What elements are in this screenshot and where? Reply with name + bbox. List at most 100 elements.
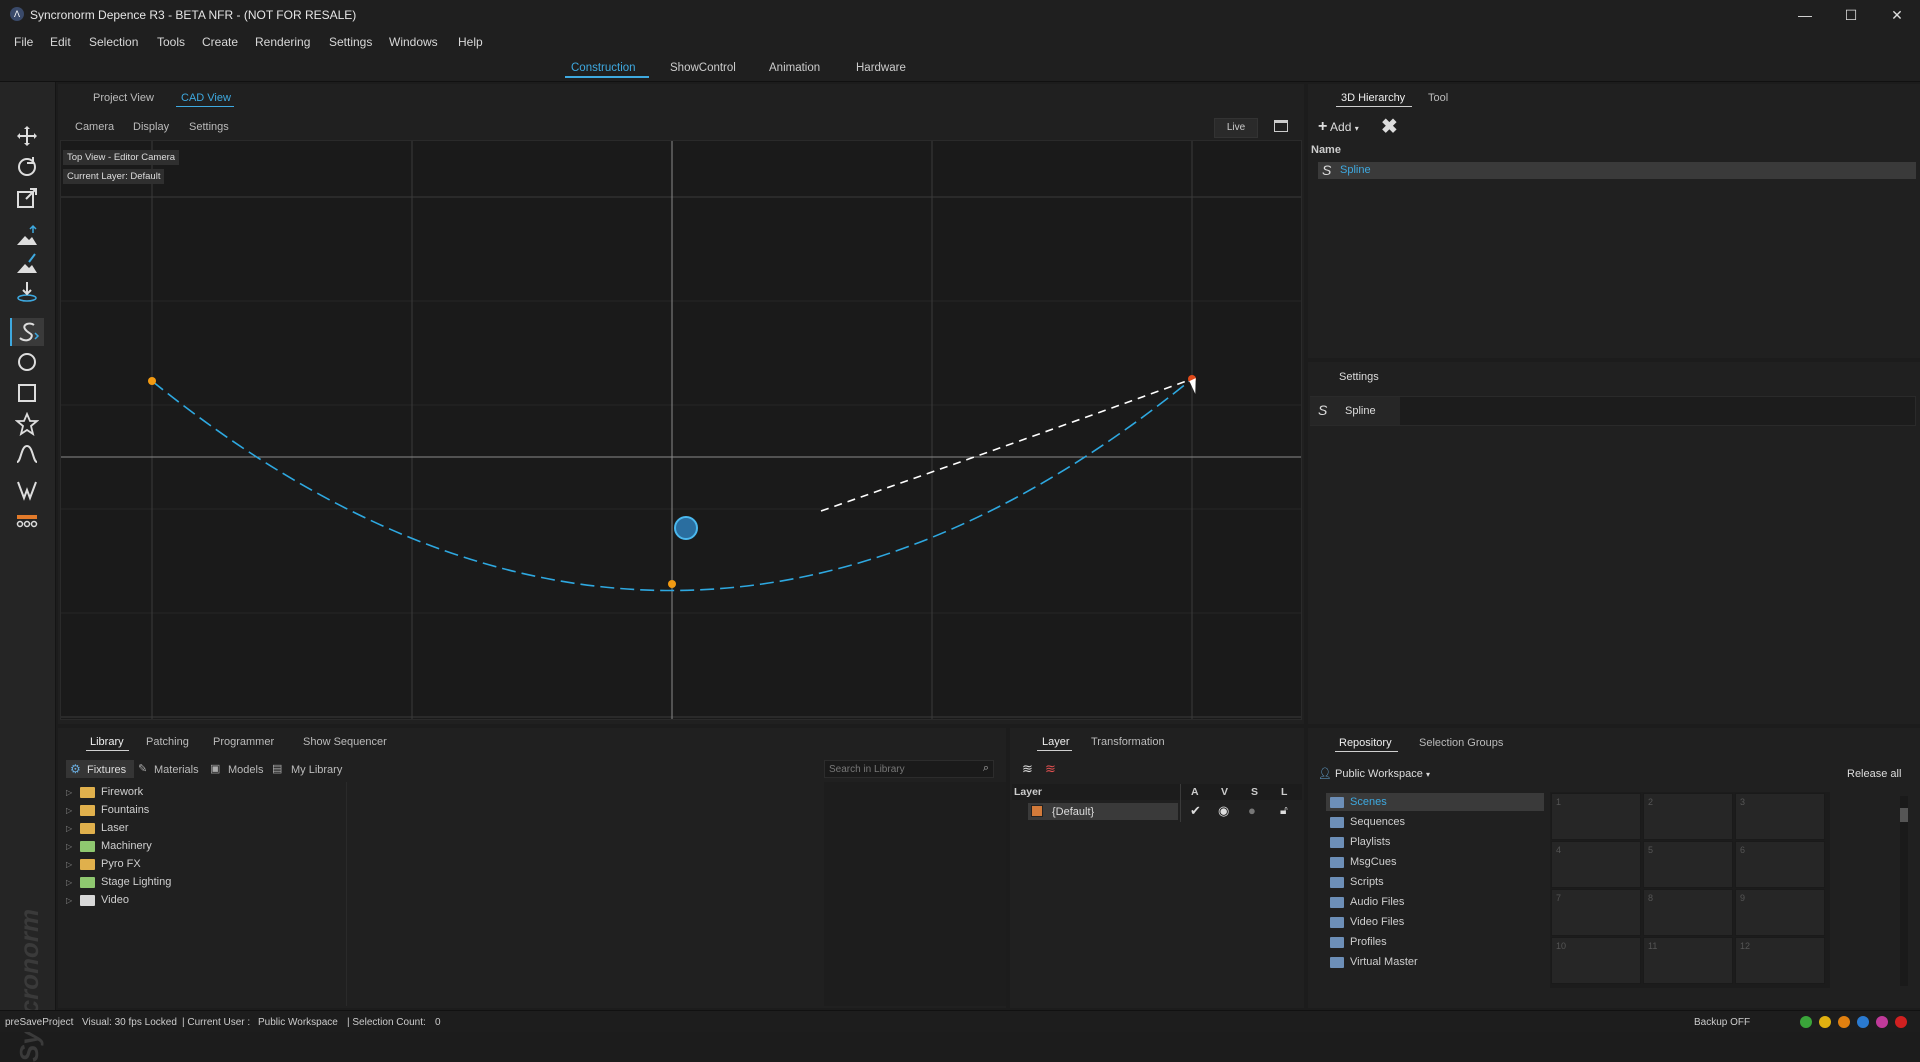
status-indicator-icon[interactable] (1857, 1016, 1869, 1028)
expand-arrow-icon[interactable]: ▷ (66, 842, 74, 851)
repo-item-playlists[interactable]: Playlists (1330, 833, 1390, 851)
scale-tool-icon[interactable] (10, 184, 44, 212)
repo-grid-cell[interactable]: 3 (1735, 793, 1825, 840)
release-all-button[interactable]: Release all (1847, 768, 1901, 780)
view-menu-display[interactable]: Display (133, 121, 169, 133)
layers-remove-icon[interactable]: ≋ (1045, 761, 1056, 777)
close-button[interactable]: ✕ (1874, 0, 1920, 30)
menu-tools[interactable]: Tools (157, 35, 185, 49)
maximize-view-icon[interactable] (1274, 120, 1288, 132)
repo-grid-cell[interactable]: 5 (1643, 841, 1733, 888)
workspace-selector[interactable]: 👤︎ Public Workspace ▾ (1318, 767, 1430, 780)
cad-viewport[interactable]: Top View - Editor Camera Current Layer: … (60, 140, 1302, 720)
repo-grid-cell[interactable]: 2 (1643, 793, 1733, 840)
solo-icon[interactable]: ● (1248, 803, 1256, 818)
library-search-input[interactable]: Search in Library ⌕ (824, 760, 994, 778)
menu-windows[interactable]: Windows (389, 35, 438, 49)
repo-item-audio-files[interactable]: Audio Files (1330, 893, 1404, 911)
subtab-models[interactable]: Models (228, 764, 263, 776)
hierarchy-item-spline[interactable]: Spline (1318, 162, 1916, 179)
tab-cad-view[interactable]: CAD View (181, 92, 231, 104)
menu-create[interactable]: Create (202, 35, 238, 49)
tab-show-sequencer[interactable]: Show Sequencer (303, 736, 387, 748)
mode-construction[interactable]: Construction (571, 62, 636, 74)
status-fx-icon[interactable] (1838, 1016, 1850, 1028)
search-icon[interactable]: ⌕ (983, 762, 989, 775)
menu-rendering[interactable]: Rendering (255, 35, 310, 49)
minimize-button[interactable]: — (1782, 0, 1828, 30)
repo-grid-cell[interactable]: 8 (1643, 889, 1733, 936)
maximize-button[interactable]: ☐ (1828, 0, 1874, 30)
menu-edit[interactable]: Edit (50, 35, 71, 49)
rectangle-tool-icon[interactable] (10, 379, 44, 407)
repo-scrollbar[interactable] (1900, 796, 1908, 986)
sweep-tool-icon[interactable] (10, 476, 44, 504)
layers-icon[interactable]: ≋ (1022, 761, 1033, 777)
tab-project-view[interactable]: Project View (93, 92, 154, 104)
repo-grid-cell[interactable]: 6 (1735, 841, 1825, 888)
spline-point[interactable] (148, 377, 156, 385)
repo-grid-cell[interactable]: 11 (1643, 937, 1733, 984)
drop-to-ground-icon[interactable] (10, 278, 44, 306)
menu-file[interactable]: File (14, 35, 33, 49)
expand-arrow-icon[interactable]: ▷ (66, 878, 74, 887)
menu-selection[interactable]: Selection (89, 35, 138, 49)
tab-repository[interactable]: Repository (1339, 737, 1392, 749)
terrain-raise-icon[interactable] (10, 222, 44, 250)
circle-tool-icon[interactable] (10, 348, 44, 376)
status-indicator-icon[interactable] (1800, 1016, 1812, 1028)
spline-tool-icon[interactable] (10, 318, 44, 346)
expand-arrow-icon[interactable]: ▷ (66, 788, 74, 797)
library-folder-stage-lighting[interactable]: ▷ Stage Lighting (66, 873, 171, 891)
library-folder-machinery[interactable]: ▷ Machinery (66, 837, 152, 855)
eye-icon[interactable]: ◉ (1218, 803, 1229, 819)
repo-grid-cell[interactable]: 7 (1551, 889, 1641, 936)
lock-icon[interactable]: 🔓︎ (1280, 803, 1288, 818)
repo-item-sequences[interactable]: Sequences (1330, 813, 1405, 831)
status-indicator-icon[interactable] (1819, 1016, 1831, 1028)
expand-arrow-icon[interactable]: ▷ (66, 860, 74, 869)
repo-item-video-files[interactable]: Video Files (1330, 913, 1404, 931)
library-folder-video[interactable]: ▷ Video (66, 891, 129, 909)
expand-arrow-icon[interactable]: ▷ (66, 824, 74, 833)
mode-showcontrol[interactable]: ShowControl (670, 62, 736, 74)
mode-animation[interactable]: Animation (769, 62, 820, 74)
scrollbar-thumb[interactable] (1900, 808, 1908, 822)
tab-selection-groups[interactable]: Selection Groups (1419, 737, 1503, 749)
repo-grid-cell[interactable]: 4 (1551, 841, 1641, 888)
tab-tool[interactable]: Tool (1428, 92, 1448, 104)
star-tool-icon[interactable] (10, 410, 44, 438)
move-tool-icon[interactable] (10, 122, 44, 150)
repo-grid-cell[interactable]: 10 (1551, 937, 1641, 984)
menu-help[interactable]: Help (458, 35, 483, 49)
subtab-materials[interactable]: Materials (154, 764, 199, 776)
layer-color-swatch[interactable] (1031, 805, 1043, 817)
status-record-icon[interactable] (1895, 1016, 1907, 1028)
layer-row-default[interactable] (1028, 803, 1178, 820)
library-folder-pyro-fx[interactable]: ▷ Pyro FX (66, 855, 141, 873)
spline-point[interactable] (668, 580, 676, 588)
checkmark-icon[interactable]: ✔ (1190, 803, 1201, 819)
tab-3d-hierarchy[interactable]: 3D Hierarchy (1341, 92, 1405, 104)
repo-grid-cell[interactable]: 12 (1735, 937, 1825, 984)
add-button[interactable]: + Add ▾ (1318, 118, 1359, 136)
rotate-tool-icon[interactable] (10, 153, 44, 181)
tab-library[interactable]: Library (90, 736, 124, 748)
tab-programmer[interactable]: Programmer (213, 736, 274, 748)
expand-arrow-icon[interactable]: ▷ (66, 896, 74, 905)
delete-icon[interactable]: ✖ (1381, 114, 1398, 139)
menu-settings[interactable]: Settings (329, 35, 372, 49)
repo-item-virtual-master[interactable]: Virtual Master (1330, 953, 1418, 971)
array-tool-icon[interactable] (10, 506, 44, 534)
repo-grid-cell[interactable]: 1 (1551, 793, 1641, 840)
expand-arrow-icon[interactable]: ▷ (66, 806, 74, 815)
library-folder-firework[interactable]: ▷ Firework (66, 783, 143, 801)
repo-item-scenes[interactable]: Scenes (1330, 793, 1387, 811)
repo-item-scripts[interactable]: Scripts (1330, 873, 1384, 891)
repo-item-profiles[interactable]: Profiles (1330, 933, 1387, 951)
live-button[interactable]: Live (1214, 118, 1258, 138)
tab-layer[interactable]: Layer (1042, 736, 1070, 748)
library-folder-laser[interactable]: ▷ Laser (66, 819, 129, 837)
library-folder-fountains[interactable]: ▷ Fountains (66, 801, 149, 819)
tab-patching[interactable]: Patching (146, 736, 189, 748)
